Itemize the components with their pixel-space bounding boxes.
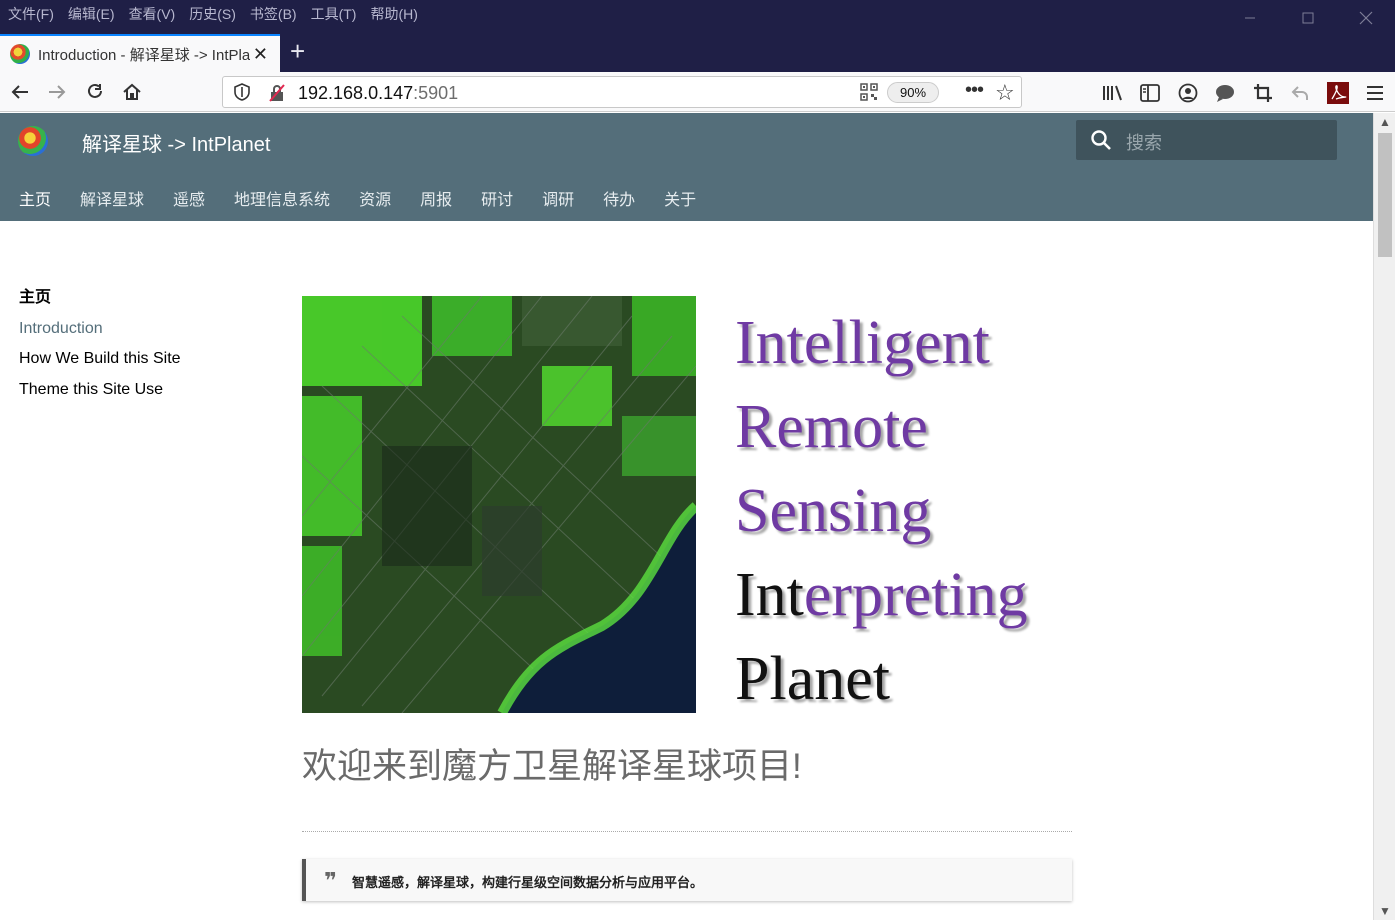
library-icon[interactable] [1101, 81, 1125, 105]
menu-file[interactable]: 文件(F) [8, 4, 54, 24]
url-text: 192.168.0.147:5901 [298, 83, 458, 104]
tab-intplanet[interactable]: 解译星球 [80, 186, 144, 210]
tab-about[interactable]: 关于 [664, 186, 696, 210]
site-favicon-icon [10, 44, 30, 64]
hamburger-menu-icon[interactable] [1363, 81, 1387, 105]
tracking-shield-icon[interactable] [233, 83, 251, 106]
chat-extension-icon[interactable] [1213, 81, 1237, 105]
hero-line-interpreting: Interpreting [735, 553, 1028, 637]
sidebar-nav: 主页 Introduction How We Build this Site T… [19, 283, 181, 405]
tab-weekly[interactable]: 周报 [420, 186, 452, 210]
tab-home[interactable]: 主页 [19, 186, 51, 210]
hero-line-remote: Remote [735, 393, 928, 461]
scrollbar-thumb[interactable] [1378, 133, 1392, 257]
address-bar[interactable]: 192.168.0.147:5901 90% ••• ☆ [222, 76, 1022, 108]
new-tab-button[interactable]: + [290, 36, 305, 66]
screenshot-crop-icon[interactable] [1251, 81, 1275, 105]
account-icon[interactable] [1176, 81, 1200, 105]
site-header: 解译星球 -> IntPlanet 搜索 主页 解译星球 遥感 地理信息系统 资… [0, 113, 1373, 221]
url-host: 192.168.0.147 [298, 83, 414, 103]
tab-todo[interactable]: 待办 [603, 186, 635, 210]
browser-menubar: 文件(F) 编辑(E) 查看(V) 历史(S) 书签(B) 工具(T) 帮助(H… [0, 0, 1395, 30]
sidebar-toggle-icon[interactable] [1138, 81, 1162, 105]
hero-line-intelligent: Intelligent [735, 309, 990, 377]
menu-view[interactable]: 查看(V) [129, 4, 176, 24]
tab-title: Introduction - 解译星球 -> IntPlanet [38, 46, 250, 64]
tab-survey[interactable]: 调研 [542, 186, 574, 210]
tab-resources[interactable]: 资源 [359, 186, 391, 210]
search-input[interactable]: 搜索 [1076, 120, 1337, 160]
hero-int: Int [735, 561, 804, 629]
undo-extension-icon[interactable] [1288, 81, 1312, 105]
sidebar-item-how-we-build[interactable]: How We Build this Site [19, 344, 181, 375]
forward-button[interactable] [44, 79, 70, 105]
zoom-level-badge[interactable]: 90% [887, 82, 939, 103]
tab-remote-sensing[interactable]: 遥感 [173, 186, 205, 210]
tab-gis[interactable]: 地理信息系统 [234, 186, 330, 210]
home-button[interactable] [119, 79, 145, 105]
scroll-down-arrow-icon[interactable]: ▼ [1374, 904, 1395, 918]
menu-history[interactable]: 历史(S) [189, 4, 236, 24]
back-button[interactable] [7, 79, 33, 105]
menu-bookmarks[interactable]: 书签(B) [250, 4, 297, 24]
hero-erpreting: erpreting [803, 561, 1028, 629]
blockquote: ❞ 智慧遥感，解译星球，构建行星级空间数据分析与应用平台。 [302, 859, 1072, 901]
qr-code-icon[interactable] [860, 83, 878, 101]
search-placeholder: 搜索 [1126, 133, 1162, 153]
pdf-extension-icon[interactable] [1326, 81, 1350, 105]
quote-icon: ❞ [324, 868, 337, 893]
insecure-connection-icon[interactable] [267, 83, 287, 108]
quote-text: 智慧遥感，解译星球，构建行星级空间数据分析与应用平台。 [352, 875, 704, 890]
menu-help[interactable]: 帮助(H) [370, 4, 417, 24]
menu-tools[interactable]: 工具(T) [311, 4, 357, 24]
satellite-image [302, 296, 696, 713]
divider [302, 831, 1072, 832]
page-viewport: 解译星球 -> IntPlanet 搜索 主页 解译星球 遥感 地理信息系统 资… [0, 113, 1373, 920]
tab-seminar[interactable]: 研讨 [481, 186, 513, 210]
welcome-heading: 欢迎来到魔方卫星解译星球项目! [302, 747, 802, 786]
page-scrollbar[interactable]: ▲ ▼ [1373, 113, 1395, 920]
sidebar-item-theme[interactable]: Theme this Site Use [19, 375, 181, 406]
url-port: :5901 [413, 83, 459, 103]
menu-edit[interactable]: 编辑(E) [68, 4, 115, 24]
tab-bar: Introduction - 解译星球 -> IntPlanet ✕ [0, 30, 1395, 72]
search-icon [1090, 129, 1112, 156]
page-actions-menu-icon[interactable]: ••• [965, 79, 984, 102]
reload-button[interactable] [82, 79, 108, 105]
sidebar-item-introduction[interactable]: Introduction [19, 314, 181, 345]
hero-line-sensing: Sensing [735, 477, 932, 545]
navigation-toolbar: 192.168.0.147:5901 90% ••• ☆ [0, 72, 1395, 112]
menu-list: 文件(F) 编辑(E) 查看(V) 历史(S) 书签(B) 工具(T) 帮助(H… [8, 4, 418, 24]
hero-text: Intelligent Remote Sensing Interpreting … [735, 301, 1028, 721]
scroll-up-arrow-icon[interactable]: ▲ [1374, 115, 1395, 129]
browser-tab-active[interactable]: Introduction - 解译星球 -> IntPlanet ✕ [0, 34, 280, 72]
bookmark-star-icon[interactable]: ☆ [995, 80, 1015, 106]
sidebar-item-home[interactable]: 主页 [19, 283, 181, 314]
site-nav-tabs: 主页 解译星球 遥感 地理信息系统 资源 周报 研讨 调研 待办 关于 [19, 186, 696, 210]
hero-line-planet: Planet [735, 645, 890, 713]
tab-close-icon[interactable]: ✕ [253, 44, 268, 65]
site-title[interactable]: 解译星球 -> IntPlanet [82, 128, 270, 157]
site-logo-icon[interactable] [18, 126, 48, 156]
